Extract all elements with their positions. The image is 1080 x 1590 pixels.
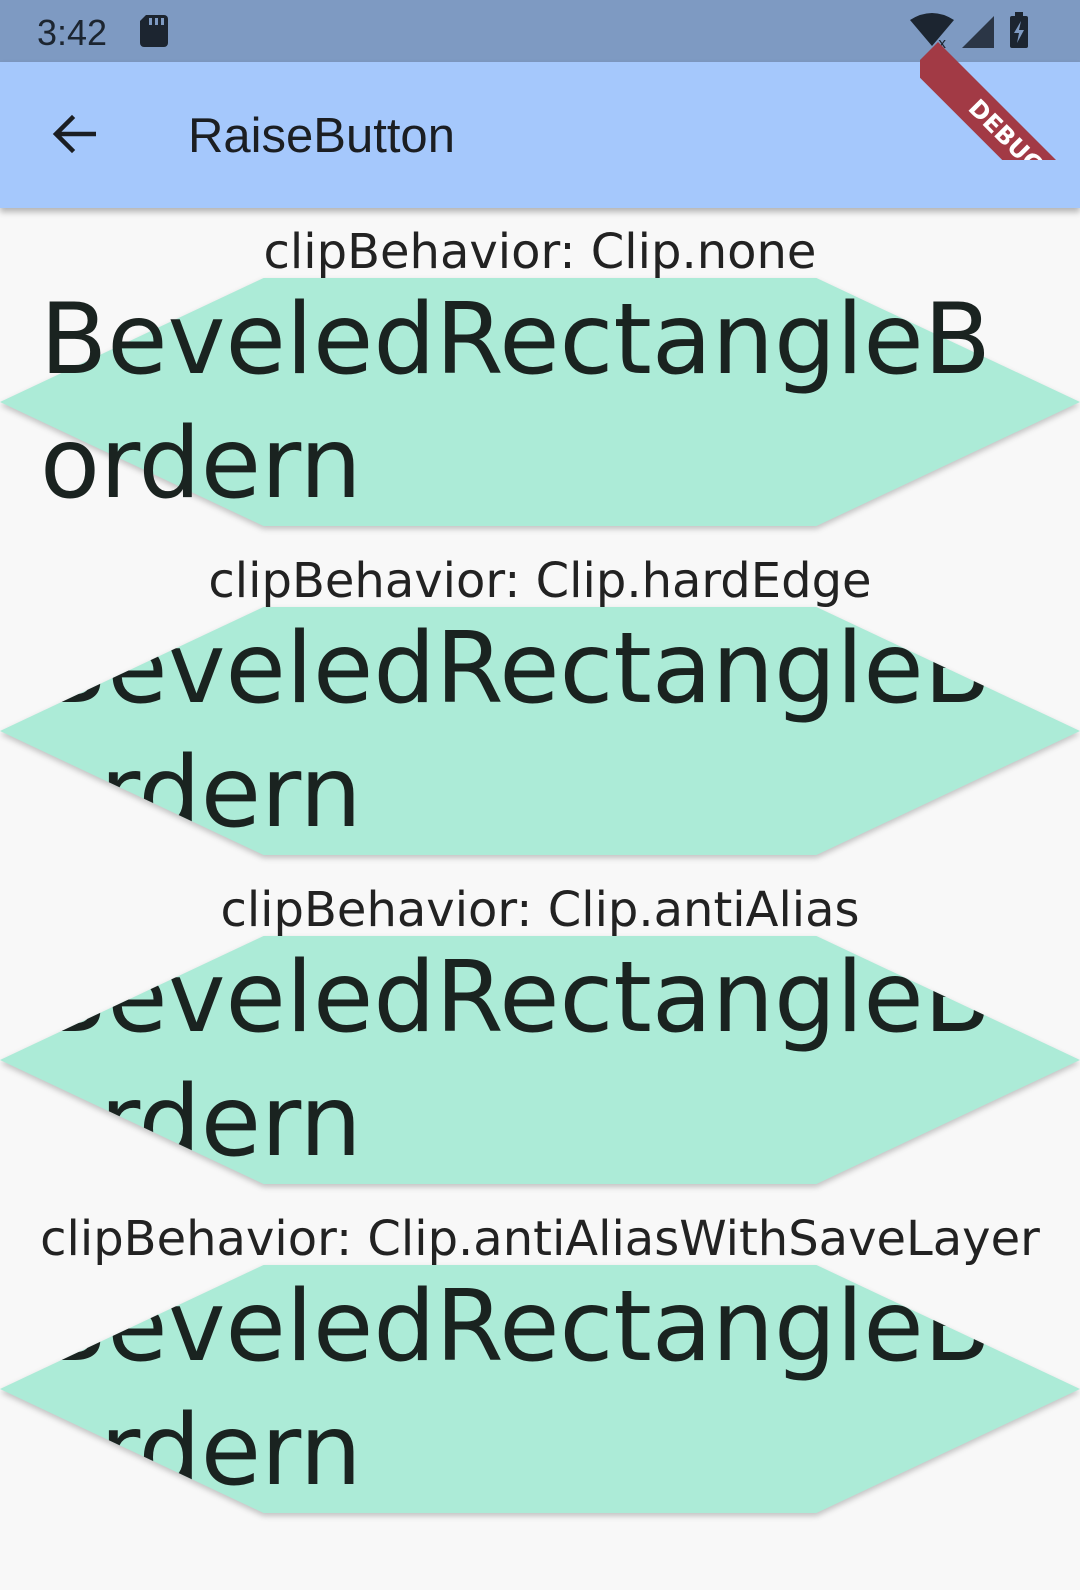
status-time: 3:42 (37, 12, 108, 53)
beveled-button-clip-none[interactable]: BeveledRectangleBordern (0, 278, 1080, 526)
section-label-clip-none: clipBehavior: Clip.none (263, 224, 817, 280)
debug-ribbon-label: DEBUG (920, 42, 1080, 160)
beveled-button-clip-antialias-with-save-layer[interactable]: BeveledRectangleBordern (0, 1265, 1080, 1513)
button-label: BeveledRectangleBordern (40, 283, 991, 521)
page-title: RaiseButton (188, 109, 455, 163)
sd-card-icon (140, 15, 168, 52)
beveled-button-clip-antialias[interactable]: BeveledRectangleBordern (0, 936, 1080, 1184)
section-label-clip-hardedge: clipBehavior: Clip.hardEdge (208, 553, 872, 609)
status-bar: 3:42 x (0, 0, 1080, 62)
back-button[interactable] (38, 100, 110, 172)
app-bar: RaiseButton (0, 62, 1080, 208)
section-label-clip-antialias-with-save-layer: clipBehavior: Clip.antiAliasWithSaveLaye… (40, 1211, 1040, 1267)
arrow-back-icon (52, 112, 97, 161)
debug-banner: DEBUG (920, 0, 1080, 160)
section-label-clip-antialias: clipBehavior: Clip.antiAlias (220, 882, 860, 938)
beveled-button-clip-hardedge[interactable]: BeveledRectangleBordern (0, 607, 1080, 855)
